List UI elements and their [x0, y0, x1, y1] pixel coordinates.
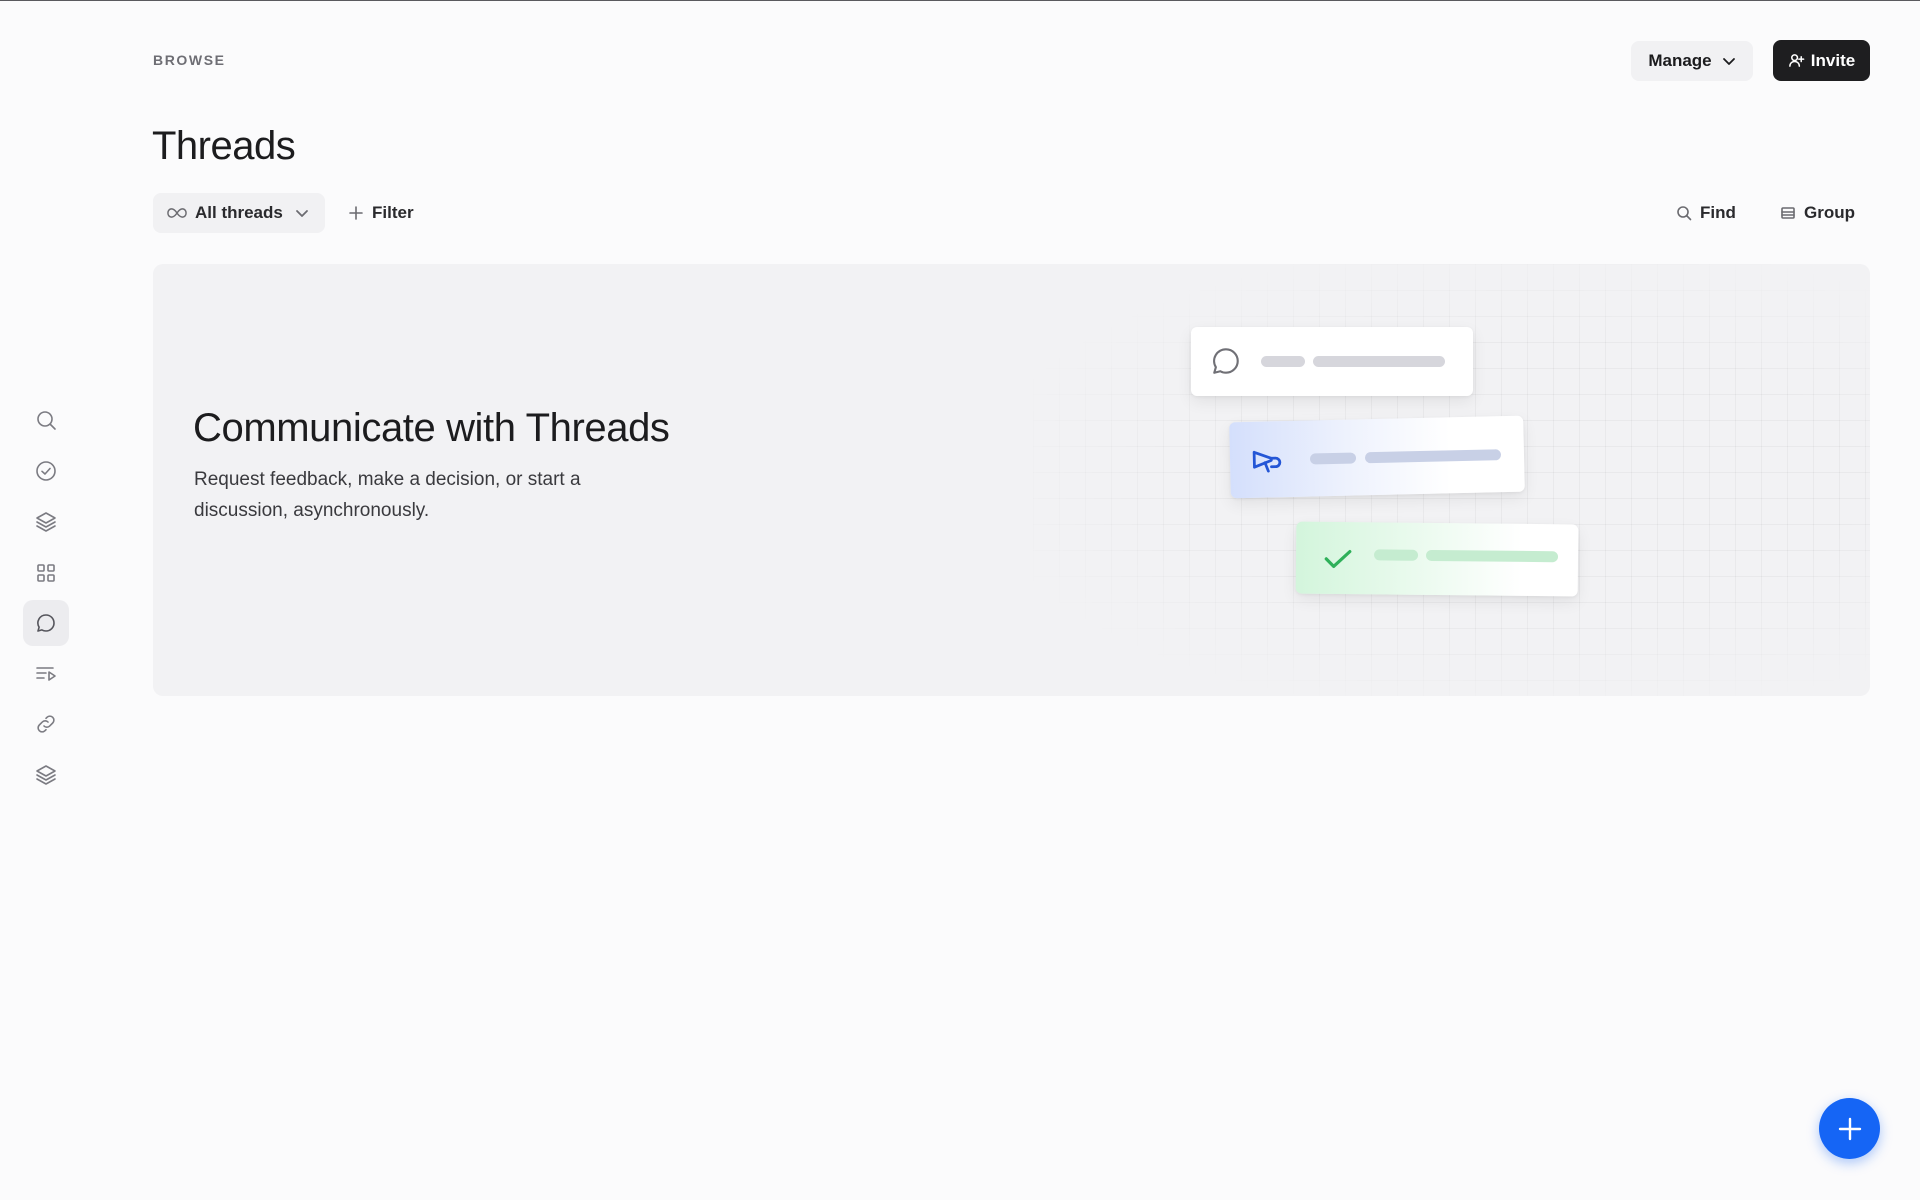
window-top-border	[0, 0, 1920, 1]
chat-bubble-icon	[37, 614, 55, 632]
megaphone-icon	[1252, 450, 1282, 473]
threads-empty-state-card: Communicate with Threads Request feedbac…	[153, 264, 1870, 696]
plus-icon	[1838, 1117, 1861, 1140]
chat-bubble-icon	[1213, 348, 1239, 374]
group-label: Group	[1804, 203, 1855, 222]
group-button[interactable]: Group	[1780, 193, 1855, 233]
group-rows-icon	[1781, 207, 1795, 219]
sidebar-item-playlists[interactable]	[23, 651, 69, 697]
sidebar-item-tasks[interactable]	[23, 448, 69, 494]
page-title: Threads	[152, 124, 296, 168]
new-thread-fab[interactable]	[1819, 1098, 1880, 1159]
check-circle-icon	[36, 461, 56, 481]
placeholder-bar	[1373, 549, 1419, 561]
sidebar	[0, 0, 92, 1200]
sidebar-item-threads[interactable]	[23, 600, 69, 646]
placeholder-bar	[1313, 356, 1445, 367]
empty-state-description: Request feedback, make a decision, or st…	[194, 469, 581, 521]
find-label: Find	[1700, 203, 1736, 222]
add-user-icon	[1788, 54, 1805, 67]
manage-button-label: Manage	[1648, 51, 1712, 70]
infinity-icon	[167, 208, 187, 218]
chevron-down-icon	[1722, 58, 1735, 65]
placeholder-bar	[1309, 452, 1357, 465]
invite-button-label: Invite	[1810, 50, 1856, 70]
sidebar-item-apps[interactable]	[23, 550, 69, 596]
plus-icon	[349, 206, 363, 220]
all-threads-dropdown[interactable]: All threads	[153, 193, 325, 233]
chevron-down-icon	[295, 210, 308, 217]
all-threads-label: All threads	[195, 203, 283, 222]
filter-label: Filter	[372, 203, 414, 222]
illustration-comment-card	[1191, 327, 1473, 396]
link-icon	[37, 715, 55, 733]
find-button[interactable]: Find	[1676, 193, 1736, 233]
sidebar-item-links[interactable]	[23, 701, 69, 747]
sidebar-item-layers[interactable]	[23, 499, 69, 545]
layers-icon	[36, 765, 56, 785]
layers-icon	[36, 512, 56, 532]
empty-state-title: Communicate with Threads	[193, 406, 670, 450]
breadcrumb: BROWSE	[153, 52, 226, 68]
invite-button[interactable]: Invite	[1773, 40, 1870, 81]
filter-button[interactable]: Filter	[348, 193, 414, 233]
placeholder-bar	[1364, 449, 1502, 464]
list-play-icon	[36, 667, 56, 681]
sidebar-item-stacks[interactable]	[23, 752, 69, 798]
sidebar-item-search[interactable]	[23, 397, 69, 443]
search-icon	[1677, 206, 1692, 221]
placeholder-bar	[1425, 549, 1559, 563]
illustration-decision-card	[1295, 521, 1579, 597]
illustration-announcement-card	[1229, 415, 1525, 499]
manage-button[interactable]: Manage	[1631, 41, 1753, 81]
check-icon	[1324, 550, 1352, 568]
search-icon	[37, 411, 56, 430]
grid-icon	[37, 564, 55, 582]
placeholder-bar	[1261, 356, 1305, 367]
